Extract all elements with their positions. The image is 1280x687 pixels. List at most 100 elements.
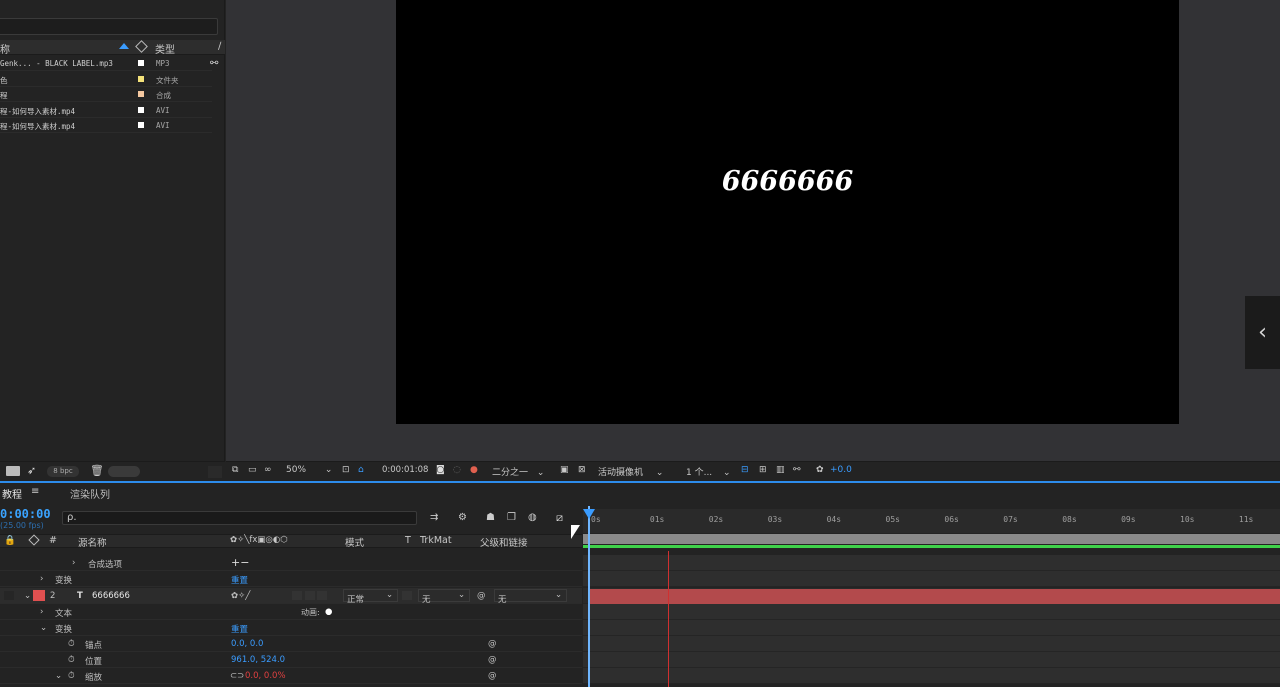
new-folder-icon[interactable]: ➶ — [27, 464, 36, 477]
stopwatch-icon[interactable]: ⏱ — [68, 655, 75, 665]
current-time-display[interactable]: 0:00:01:08 — [382, 465, 428, 475]
reset-link[interactable]: 重置 — [231, 623, 248, 635]
3d-glasses-icon[interactable]: ∞ — [264, 465, 272, 475]
switches-header-icons[interactable]: ✿✧╲fx▣◎◐⬡ — [230, 535, 288, 545]
visibility-icon[interactable] — [4, 591, 14, 600]
type-column-header[interactable]: 类型 — [155, 41, 175, 56]
scale-value[interactable]: 0.0, 0.0% — [245, 671, 286, 681]
fast-previews-icon[interactable]: ⊞ — [759, 465, 767, 475]
switch-box[interactable] — [292, 591, 302, 600]
tab-menu-icon[interactable]: ≡ — [31, 486, 39, 497]
panel-resize-handle[interactable] — [208, 466, 222, 478]
lock-icon[interactable]: 🔒 — [4, 535, 16, 546]
name-column-header[interactable]: 称 — [0, 41, 10, 56]
switch-box[interactable] — [317, 591, 327, 600]
expand-arrow-icon[interactable]: › — [72, 558, 75, 568]
collapse-arrow-icon[interactable]: ⌄ — [40, 623, 47, 633]
tab-comp[interactable]: 教程 — [2, 486, 22, 501]
collapse-arrow-icon[interactable]: ⌄ — [24, 591, 31, 601]
timeline-icon[interactable]: ▥ — [776, 465, 785, 475]
layer-search-input[interactable]: ρ. — [62, 511, 417, 525]
label-tag-icon[interactable] — [28, 534, 40, 546]
project-item[interactable]: 程-如何导入素材.mp4 AVI — [0, 103, 212, 118]
exposure-reset-icon[interactable]: ✿ — [816, 465, 824, 475]
tab-render-queue[interactable]: 渲染队列 — [70, 486, 110, 501]
layer-name[interactable]: 6666666 — [92, 591, 130, 601]
project-item-label-color[interactable] — [138, 75, 144, 82]
pick-whip-icon[interactable]: @ — [488, 639, 497, 649]
camera-select[interactable]: 活动摄像机 ⌄ — [598, 465, 663, 478]
project-item[interactable]: 程-如何导入素材.mp4 AVI — [0, 118, 212, 133]
project-item-label-color[interactable] — [138, 91, 144, 97]
thumbnail-slider[interactable] — [108, 466, 140, 477]
work-area-bar[interactable] — [583, 534, 1280, 544]
expand-arrow-icon[interactable]: › — [40, 574, 43, 584]
parent-header[interactable]: 父级和链接 — [480, 535, 528, 549]
bit-depth-button[interactable]: 8 bpc — [47, 466, 79, 477]
add-remove-icon[interactable]: +− — [231, 556, 249, 569]
draft-3d-icon[interactable]: ⚙ — [458, 512, 467, 523]
trkmat-select[interactable]: 无 ⌄ — [418, 589, 470, 605]
time-ruler[interactable]: 0s 01s 02s 03s 04s 05s 06s 07s 08s 09s 10s 11s — [583, 509, 1280, 533]
collapse-panel-chevron-icon[interactable]: ‹ — [1245, 296, 1280, 369]
snapshot-camera-icon[interactable]: ◙ — [436, 465, 445, 475]
trash-icon[interactable]: 🗑 — [90, 464, 104, 477]
layer-switches-icons[interactable]: ✿✧╱ — [231, 591, 250, 601]
always-preview-icon[interactable]: ⧉ — [232, 465, 238, 475]
frame-blending-icon[interactable]: ❐ — [507, 512, 516, 523]
toggle-pixel-aspect-icon[interactable]: ⊟ — [741, 465, 749, 475]
motion-blur-icon[interactable]: ◍ — [528, 512, 537, 523]
shy-layers-icon[interactable]: ☗ — [486, 512, 495, 523]
parent-select[interactable]: 无 ⌄ — [494, 589, 567, 605]
canvas-text-layer[interactable]: 6666666 — [396, 166, 1179, 197]
monitor-icon[interactable]: ▭ — [248, 465, 257, 475]
collapse-arrow-icon[interactable]: ⌄ — [55, 671, 62, 681]
pick-whip-icon[interactable]: @ — [488, 655, 497, 665]
flowchart-icon[interactable]: ⚯ — [793, 465, 801, 475]
playhead-handle-icon[interactable] — [583, 509, 595, 519]
transparency-grid-icon[interactable]: ⊠ — [578, 465, 586, 475]
exposure-value[interactable]: +0.0 — [830, 465, 852, 475]
project-item-label-color[interactable] — [138, 60, 144, 66]
flowchart-icon[interactable]: ⚯ — [210, 58, 218, 69]
position-value[interactable]: 961.0, 524.0 — [231, 655, 285, 665]
playhead-line[interactable] — [588, 506, 590, 687]
label-tag-icon[interactable] — [135, 40, 148, 53]
resolution-select[interactable]: 二分之一 ⌄ — [492, 465, 544, 478]
stopwatch-icon[interactable]: ⏱ — [68, 639, 75, 649]
layer-duration-bar[interactable] — [589, 589, 1280, 604]
layer-label-color[interactable] — [33, 590, 45, 601]
sort-ascending-icon[interactable] — [119, 43, 129, 49]
preserve-transparency-checkbox[interactable] — [402, 591, 412, 600]
project-item[interactable]: 程 合成 — [0, 87, 212, 102]
project-item-label-color[interactable] — [138, 122, 144, 128]
project-search-input[interactable] — [0, 18, 218, 35]
source-name-header[interactable]: 源名称 — [78, 535, 107, 549]
view-layout-select[interactable]: 1 个... ⌄ — [686, 465, 731, 478]
project-item[interactable]: Genk... - BLACK LABEL.mp3 MP3 — [0, 56, 212, 71]
animate-menu-icon[interactable]: ● — [325, 607, 332, 617]
mask-visibility-icon[interactable]: ⌂ — [358, 465, 364, 475]
constrain-proportions-icon[interactable]: ⊂⊃ — [230, 671, 244, 681]
anchor-value[interactable]: 0.0, 0.0 — [231, 639, 263, 649]
switch-box[interactable] — [305, 591, 315, 600]
trkmat-header[interactable]: TrkMat — [420, 535, 452, 546]
interpret-footage-icon[interactable] — [6, 466, 20, 476]
current-time[interactable]: 0:00:00 — [0, 507, 51, 521]
reset-link[interactable]: 重置 — [231, 574, 248, 586]
show-snapshot-icon[interactable]: ◌ — [453, 465, 461, 475]
zoom-select[interactable]: 50% ⌄ — [286, 465, 332, 475]
graph-editor-icon[interactable]: ⧄ — [556, 511, 563, 525]
region-of-interest-icon[interactable]: ▣ — [560, 465, 569, 475]
project-item-label-color[interactable] — [138, 106, 144, 113]
mode-header[interactable]: 模式 — [345, 535, 364, 549]
comp-mini-flowchart-icon[interactable]: ⇉ — [430, 512, 438, 523]
stopwatch-icon[interactable]: ⏱ — [68, 671, 75, 681]
mode-select[interactable]: 正常 ⌄ — [343, 589, 398, 605]
pick-whip-icon[interactable]: @ — [488, 671, 497, 681]
project-item[interactable]: 色 文件夹 — [0, 72, 212, 87]
expand-arrow-icon[interactable]: › — [40, 607, 43, 617]
composition-canvas[interactable]: 6666666 — [396, 0, 1179, 424]
fit-icon[interactable]: ⊡ — [342, 465, 350, 475]
color-channels-icon[interactable]: ● — [470, 465, 478, 475]
